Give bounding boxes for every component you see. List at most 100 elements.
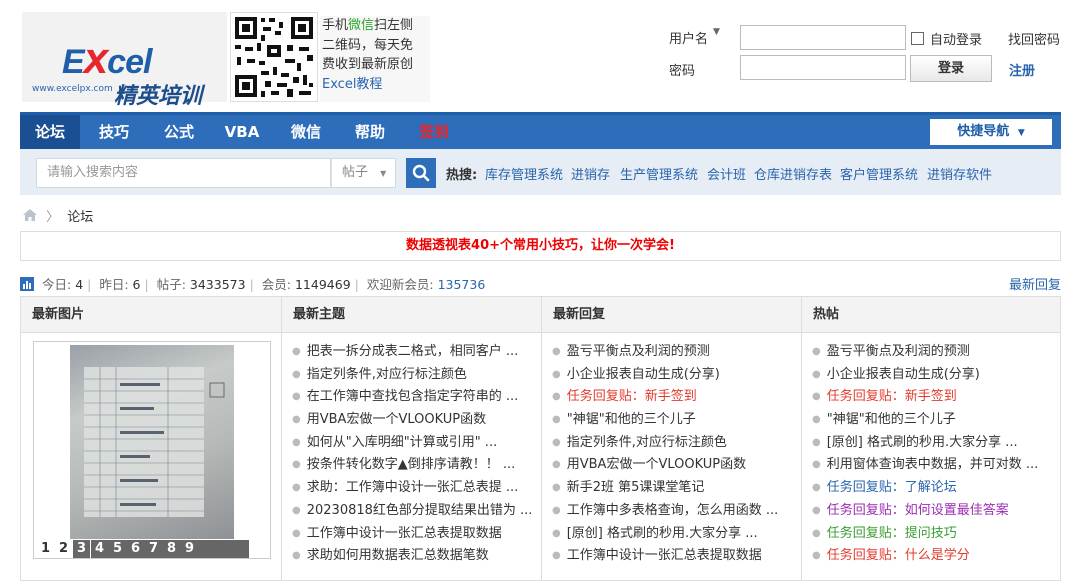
nav-vba[interactable]: VBA <box>212 115 272 149</box>
hot-post-link[interactable]: 任务回复贴：如何设置最佳答案 <box>827 503 1009 518</box>
reply-link[interactable]: 小企业报表自动生成(分享) <box>567 367 720 382</box>
topic-link[interactable]: 把表一拆分成表二格式，相同客户 ... <box>307 344 519 359</box>
hot-word[interactable]: 生产管理系统 <box>620 164 698 183</box>
nav-forum[interactable]: 论坛 <box>20 115 80 149</box>
list-item[interactable]: ● 盈亏平衡点及利润的预测 <box>552 341 801 364</box>
reply-link[interactable]: 指定列条件,对应行标注颜色 <box>567 435 727 450</box>
hot-word[interactable]: 库存管理系统 <box>485 164 563 183</box>
topic-link[interactable]: 求助如何用数据表汇总数据笔数 <box>307 548 489 563</box>
hot-post-link[interactable]: 盈亏平衡点及利润的预测 <box>827 344 970 359</box>
list-item[interactable]: ● 工作簿中多表格查询，怎么用函数 ... <box>552 500 801 523</box>
breadcrumb-current[interactable]: 论坛 <box>67 210 93 225</box>
login-button[interactable]: 登录 <box>910 55 992 82</box>
list-item[interactable]: ● 任务回复贴：什么是学分 <box>812 545 1060 568</box>
latest-reply-link[interactable]: 最新回复 <box>1009 274 1061 293</box>
topic-link[interactable]: 工作簿中设计一张汇总表提取数据 <box>307 526 502 541</box>
announcement[interactable]: 数据透视表40+个常用小技巧，让你一次学会! <box>20 231 1061 261</box>
list-item[interactable]: ● 小企业报表自动生成(分享) <box>552 364 801 387</box>
qr-caption-line4[interactable]: Excel教程 <box>322 75 430 95</box>
list-item[interactable]: ● 用VBA宏做一个VLOOKUP函数 <box>552 454 801 477</box>
list-item[interactable]: ● 按条件转化数字▲倒排序请教！！ ... <box>292 454 541 477</box>
topic-link[interactable]: 20230818红色部分提取结果出错为 ... <box>307 503 533 518</box>
slide-page-button[interactable]: 4 <box>91 540 108 558</box>
slide-page-button[interactable]: 7 <box>145 540 162 558</box>
search-input[interactable]: 请输入搜索内容 <box>36 158 331 188</box>
hot-post-link[interactable]: 任务回复贴：了解论坛 <box>827 480 957 495</box>
list-item[interactable]: ● 小企业报表自动生成(分享) <box>812 364 1060 387</box>
find-password-link[interactable]: 找回密码 <box>1008 29 1060 48</box>
reply-link[interactable]: [原创] 格式刷的秒用.大家分享 ... <box>567 526 758 541</box>
username-input[interactable] <box>740 25 906 50</box>
hot-word[interactable]: 仓库进销存表 <box>754 164 832 183</box>
hot-word[interactable]: 客户管理系统 <box>840 164 918 183</box>
list-item[interactable]: ● 新手2班 第5课课堂笔记 <box>552 477 801 500</box>
list-item[interactable]: ● 工作簿中设计一张汇总表提取数据 <box>292 523 541 546</box>
nav-help[interactable]: 帮助 <box>340 115 400 149</box>
search-type-select[interactable]: 帖子 ▼ <box>331 158 396 188</box>
reply-link[interactable]: 工作簿中多表格查询，怎么用函数 ... <box>567 503 779 518</box>
list-item[interactable]: ● 任务回复贴：了解论坛 <box>812 477 1060 500</box>
hot-word[interactable]: 会计班 <box>707 164 746 183</box>
list-item[interactable]: ● 指定列条件,对应行标注颜色 <box>552 432 801 455</box>
list-item[interactable]: ● 工作簿中设计一张汇总表提取数据 <box>552 545 801 568</box>
list-item[interactable]: ● 在工作簿中查找包含指定字符串的 ... <box>292 386 541 409</box>
reply-link[interactable]: 任务回复贴：新手签到 <box>567 389 697 404</box>
slide-page-button[interactable]: 9 <box>181 540 198 558</box>
list-item[interactable]: ● 指定列条件,对应行标注颜色 <box>292 364 541 387</box>
home-icon[interactable] <box>22 208 38 222</box>
chevron-down-icon[interactable]: ▼ <box>713 27 720 37</box>
reply-link[interactable]: 工作簿中设计一张汇总表提取数据 <box>567 548 762 563</box>
hot-post-link[interactable]: "神锯"和他的三个儿子 <box>827 412 956 427</box>
list-item[interactable]: ● 20230818红色部分提取结果出错为 ... <box>292 500 541 523</box>
list-item[interactable]: ● 任务回复贴：提问技巧 <box>812 523 1060 546</box>
register-link[interactable]: 注册 <box>1009 60 1035 79</box>
hot-post-link[interactable]: 任务回复贴：什么是学分 <box>827 548 970 563</box>
password-input[interactable] <box>740 55 906 80</box>
slide-page-button[interactable]: 2 <box>55 540 72 558</box>
reply-link[interactable]: "神锯"和他的三个儿子 <box>567 412 696 427</box>
list-item[interactable]: ● [原创] 格式刷的秒用.大家分享 ... <box>812 432 1060 455</box>
list-item[interactable]: ● 任务回复贴：新手签到 <box>812 386 1060 409</box>
nav-checkin[interactable]: 签到 <box>404 115 464 149</box>
list-item[interactable]: ● "神锯"和他的三个儿子 <box>812 409 1060 432</box>
hot-post-link[interactable]: 利用窗体查询表中数据，并可对数 ... <box>827 457 1039 472</box>
image-slideshow[interactable]: 1 2 3 4 5 6 7 8 9 <box>33 341 271 559</box>
search-button[interactable] <box>406 158 436 188</box>
reply-link[interactable]: 新手2班 第5课课堂笔记 <box>567 480 705 495</box>
list-item[interactable]: ● 任务回复贴：如何设置最佳答案 <box>812 500 1060 523</box>
list-item[interactable]: ● 盈亏平衡点及利润的预测 <box>812 341 1060 364</box>
topic-link[interactable]: 在工作簿中查找包含指定字符串的 ... <box>307 389 519 404</box>
list-item[interactable]: ● "神锯"和他的三个儿子 <box>552 409 801 432</box>
site-logo[interactable]: Excel 精英培训 www.excelpx.com <box>22 12 227 108</box>
topic-link[interactable]: 按条件转化数字▲倒排序请教！！ ... <box>307 457 516 472</box>
slide-page-button[interactable]: 1 <box>37 540 54 558</box>
spreadsheet-photo[interactable] <box>70 345 234 539</box>
hot-word[interactable]: 进销存软件 <box>927 164 992 183</box>
hot-post-link[interactable]: [原创] 格式刷的秒用.大家分享 ... <box>827 435 1018 450</box>
auto-login-checkbox[interactable] <box>911 32 924 45</box>
nav-wechat[interactable]: 微信 <box>276 115 336 149</box>
list-item[interactable]: ● [原创] 格式刷的秒用.大家分享 ... <box>552 523 801 546</box>
hot-post-link[interactable]: 任务回复贴：新手签到 <box>827 389 957 404</box>
list-item[interactable]: ● 任务回复贴：新手签到 <box>552 386 801 409</box>
topic-link[interactable]: 求助：工作簿中设计一张汇总表提 ... <box>307 480 519 495</box>
reply-link[interactable]: 用VBA宏做一个VLOOKUP函数 <box>567 457 746 472</box>
topic-link[interactable]: 指定列条件,对应行标注颜色 <box>307 367 467 382</box>
slide-page-button[interactable]: 6 <box>127 540 144 558</box>
reply-link[interactable]: 盈亏平衡点及利润的预测 <box>567 344 710 359</box>
newest-member-link[interactable]: 135736 <box>438 277 486 292</box>
nav-tips[interactable]: 技巧 <box>84 115 144 149</box>
topic-link[interactable]: 如何从"入库明细"计算或引用" ... <box>307 435 497 450</box>
list-item[interactable]: ● 把表一拆分成表二格式，相同客户 ... <box>292 341 541 364</box>
list-item[interactable]: ● 如何从"入库明细"计算或引用" ... <box>292 432 541 455</box>
list-item[interactable]: ● 求助如何用数据表汇总数据笔数 <box>292 545 541 568</box>
list-item[interactable]: ● 用VBA宏做一个VLOOKUP函数 <box>292 409 541 432</box>
slide-page-button[interactable]: 8 <box>163 540 180 558</box>
slide-page-button[interactable]: 3 <box>73 540 90 558</box>
hot-word[interactable]: 进销存 <box>571 164 610 183</box>
auto-login-label[interactable]: 自动登录 <box>930 29 982 48</box>
hot-post-link[interactable]: 小企业报表自动生成(分享) <box>827 367 980 382</box>
quick-nav-button[interactable]: 快捷导航 ▼ <box>930 119 1052 145</box>
topic-link[interactable]: 用VBA宏做一个VLOOKUP函数 <box>307 412 486 427</box>
list-item[interactable]: ● 求助：工作簿中设计一张汇总表提 ... <box>292 477 541 500</box>
